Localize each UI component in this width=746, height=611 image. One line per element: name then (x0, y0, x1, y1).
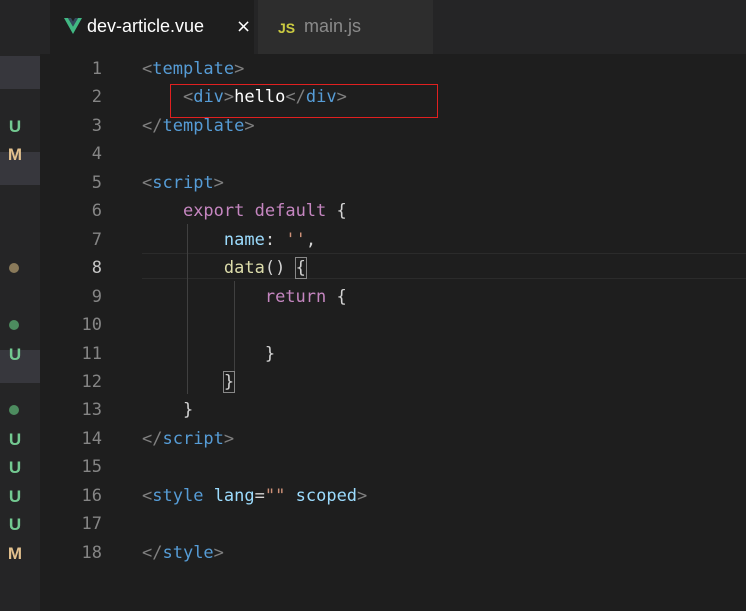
code-line[interactable]: </style> (142, 539, 224, 567)
close-icon[interactable]: × (236, 16, 251, 37)
code-token: script (162, 428, 224, 449)
code-token: script (152, 172, 214, 193)
git-modified-marker: M (7, 145, 23, 165)
code-token: name (223, 229, 265, 250)
code-token: } (222, 370, 236, 393)
line-number: 17 (81, 514, 102, 535)
code-token: template (162, 115, 245, 136)
code-line[interactable]: } (142, 340, 275, 368)
line-number: 7 (91, 229, 102, 250)
code-token: > (357, 485, 368, 506)
line-number: 10 (81, 315, 102, 336)
line-number: 4 (91, 144, 102, 165)
line-number: 13 (81, 400, 102, 421)
line-number: 1 (91, 59, 102, 79)
git-dot-marker (9, 405, 19, 416)
code-token: </ (142, 115, 163, 136)
code-line[interactable]: </script> (142, 425, 234, 453)
git-dot-marker (9, 263, 19, 274)
code-token: = (254, 485, 265, 506)
tab-dev-article-vue[interactable]: dev-article.vue × (50, 0, 254, 54)
code-token: style (152, 485, 204, 506)
line-number: 3 (91, 115, 102, 136)
code-editor[interactable]: 1 2 3 4 5 6 7 8 9 10 11 12 13 14 15 16 17 18 <template> <… (40, 54, 746, 611)
tab-main-js[interactable]: JS main.js (258, 0, 433, 54)
line-number: 9 (91, 286, 102, 307)
line-number: 5 (91, 172, 102, 193)
git-untracked-marker: U (8, 344, 22, 364)
code-token: lang (213, 485, 255, 506)
code-token: > (234, 59, 245, 79)
code-token: template (152, 59, 235, 79)
code-token: > (223, 428, 235, 449)
scm-decoration-strip: UMUUUUUM (0, 0, 40, 611)
code-line[interactable]: data() { (142, 254, 307, 282)
code-token: data (223, 258, 265, 279)
code-token: < (142, 59, 153, 79)
line-number: 6 (91, 201, 102, 222)
code-token: export (182, 201, 245, 222)
line-number: 18 (81, 542, 102, 563)
vue-icon (64, 18, 82, 38)
code-token: style (162, 542, 214, 563)
code-line[interactable]: return { (142, 283, 347, 311)
line-number: 15 (81, 457, 102, 478)
code-line[interactable]: export default { (142, 197, 347, 225)
line-number: 14 (81, 428, 102, 449)
tab-label: dev-article.vue (87, 16, 205, 36)
code-token: </ (142, 542, 163, 563)
js-icon: JS (278, 20, 296, 36)
line-number: 8 (91, 258, 102, 279)
code-token: default (254, 201, 327, 222)
code-token: '' (285, 229, 306, 250)
code-token: > (213, 542, 224, 563)
tab-label: main.js (304, 16, 362, 36)
code-token: </ (142, 428, 163, 449)
code-token: { (326, 286, 347, 307)
code-token: } (142, 343, 276, 364)
code-line[interactable]: <script> (142, 169, 224, 197)
code-line[interactable]: } (142, 368, 236, 396)
highlight-row (0, 56, 40, 89)
code-token: > (213, 172, 224, 193)
line-number: 11 (81, 343, 102, 364)
code-token: < (142, 172, 153, 193)
red-annotation-box (170, 84, 438, 118)
line-number: 16 (81, 485, 102, 506)
line-number: 2 (91, 87, 102, 108)
code-token: () (264, 258, 296, 279)
code-token: > (244, 115, 255, 136)
code-token: } (142, 400, 194, 421)
code-token: : (264, 229, 286, 250)
code-token: scoped (295, 485, 358, 506)
tab-bar: dev-article.vue × JS main.js (40, 0, 746, 54)
git-modified-marker: M (7, 543, 23, 563)
code-line[interactable]: name: '', (142, 226, 316, 254)
code-token: "" (264, 485, 286, 506)
code-token: return (264, 286, 327, 307)
code-token: , (305, 229, 317, 250)
code-line[interactable]: <style lang="" scoped> (142, 482, 367, 510)
code-line[interactable]: } (142, 396, 193, 424)
code-token: { (326, 201, 347, 222)
code-line[interactable]: <template> (142, 55, 244, 83)
code-token: < (142, 485, 153, 506)
line-number: 12 (81, 371, 102, 392)
git-dot-marker (9, 320, 19, 331)
code-token: { (294, 257, 307, 280)
